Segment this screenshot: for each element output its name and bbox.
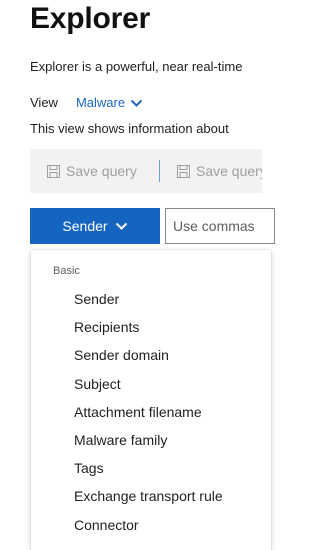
view-label: View xyxy=(30,95,58,110)
save-query-label: Save query xyxy=(66,163,137,179)
menu-list: Sender Recipients Sender domain Subject … xyxy=(31,285,271,539)
filter-field-menu: Basic Sender Recipients Sender domain Su… xyxy=(31,250,271,550)
menu-item-malware-family[interactable]: Malware family xyxy=(31,426,271,454)
view-selected-value: Malware xyxy=(75,95,126,110)
filter-value-input[interactable] xyxy=(165,208,275,244)
save-query-button[interactable]: Save query xyxy=(47,149,137,193)
menu-item-sender[interactable]: Sender xyxy=(31,285,271,313)
menu-item-connector[interactable]: Connector xyxy=(31,511,271,539)
menu-item-recipients[interactable]: Recipients xyxy=(31,313,271,341)
menu-item-exchange-transport-rule[interactable]: Exchange transport rule xyxy=(31,482,271,510)
query-toolbar: Save query Save query xyxy=(30,149,262,193)
view-info-text: This view shows information about xyxy=(30,121,229,136)
menu-item-tags[interactable]: Tags xyxy=(31,454,271,482)
page-title: Explorer xyxy=(30,2,151,35)
page-description: Explorer is a powerful, near real-time xyxy=(30,59,243,74)
save-query-as-label: Save query xyxy=(196,163,262,179)
menu-group-header-basic: Basic xyxy=(53,265,80,277)
save-icon xyxy=(47,164,60,178)
save-query-as-button[interactable]: Save query xyxy=(177,149,262,193)
view-selector-row: View Malware xyxy=(30,94,143,112)
save-icon xyxy=(177,164,190,178)
filter-field-label: Sender xyxy=(62,218,108,234)
filter-field-dropdown-button[interactable]: Sender xyxy=(30,208,160,244)
menu-item-subject[interactable]: Subject xyxy=(31,370,271,398)
chevron-down-icon xyxy=(130,99,143,107)
menu-item-sender-domain[interactable]: Sender domain xyxy=(31,341,271,369)
menu-item-attachment-filename[interactable]: Attachment filename xyxy=(31,398,271,426)
chevron-down-icon xyxy=(115,222,127,230)
view-dropdown[interactable]: Malware xyxy=(76,94,143,112)
toolbar-separator xyxy=(159,160,160,182)
